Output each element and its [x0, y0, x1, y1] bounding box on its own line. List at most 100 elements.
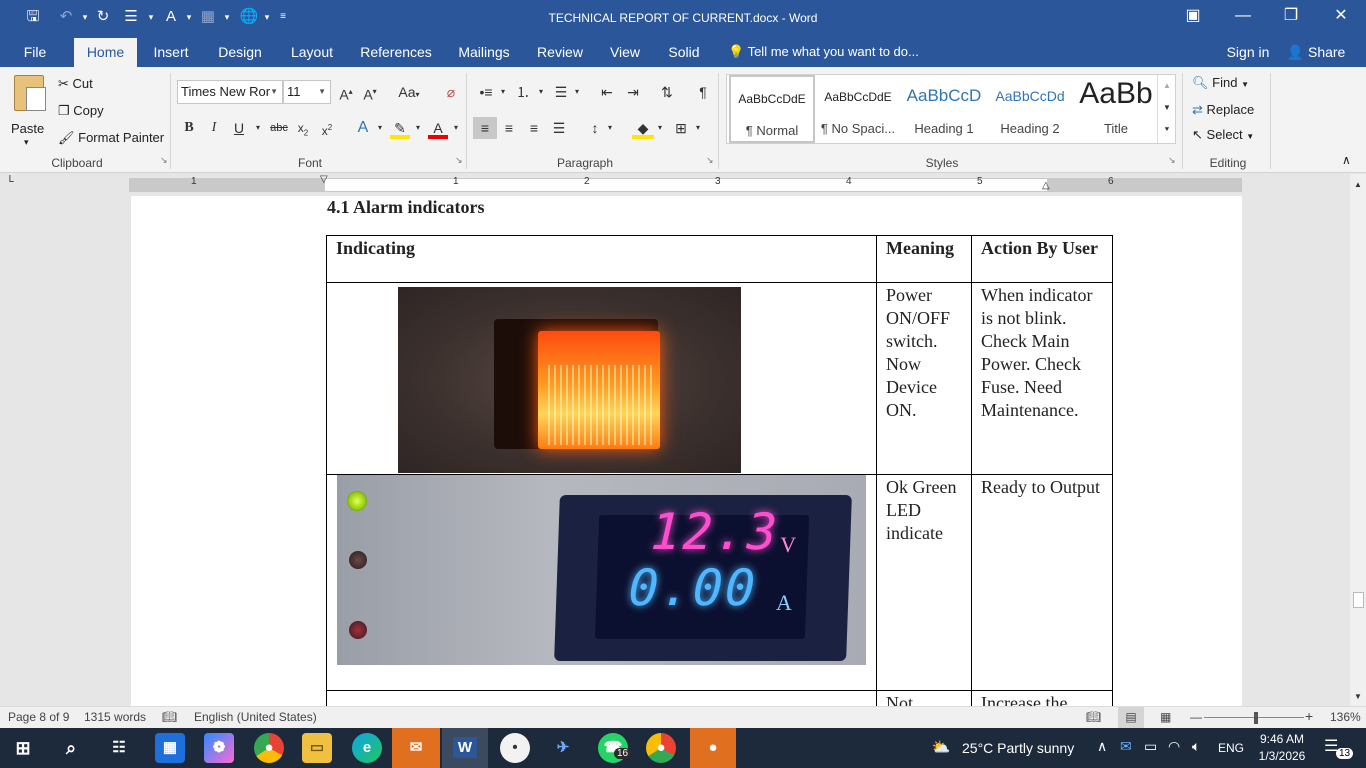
paragraph-launcher-icon[interactable]: ↘: [706, 155, 714, 166]
shrink-font-icon[interactable]: A▾: [360, 81, 380, 103]
print-layout-icon[interactable]: ▤: [1118, 707, 1144, 728]
chrome-icon[interactable]: ●: [254, 733, 284, 763]
collapse-ribbon-icon[interactable]: ∧: [1342, 153, 1351, 167]
vertical-scrollbar[interactable]: ▲ ▼: [1350, 174, 1366, 706]
outlook-icon[interactable]: ✉: [392, 728, 440, 768]
change-case-icon[interactable]: Aa▾: [392, 81, 426, 103]
tray-chevron-icon[interactable]: ∧: [1097, 738, 1107, 755]
style-title[interactable]: AaBb Title: [1073, 75, 1159, 143]
bold-icon[interactable]: B: [180, 117, 198, 139]
style-heading-2[interactable]: AaBbCcDd Heading 2: [987, 75, 1073, 143]
cut-button[interactable]: ✂ Cut: [58, 76, 93, 92]
zoom-out-icon[interactable]: —: [1190, 710, 1202, 724]
align-right-icon[interactable]: ≡: [523, 117, 545, 139]
language-indicator[interactable]: English (United States): [194, 710, 317, 724]
styles-more-icon[interactable]: ⯆: [1160, 119, 1174, 141]
task-view-icon[interactable]: ☷: [104, 733, 134, 763]
wifi-icon[interactable]: ◠: [1168, 738, 1180, 755]
highlight-icon[interactable]: ✎: [390, 117, 410, 139]
bullets-icon[interactable]: •≡: [475, 81, 497, 103]
scroll-up-icon[interactable]: ▲: [1351, 174, 1365, 196]
clear-formatting-icon[interactable]: ⌀: [440, 81, 462, 103]
align-left-icon[interactable]: ≡: [473, 117, 497, 139]
ribbon-display-icon[interactable]: ▣: [1170, 0, 1216, 32]
borders-dropdown-icon[interactable]: ▾: [693, 117, 703, 139]
show-formatting-icon[interactable]: ¶: [692, 81, 714, 103]
web-layout-icon[interactable]: ▦: [1160, 710, 1171, 724]
tell-me-box[interactable]: 💡 Tell me what you want to do...: [728, 38, 928, 67]
bullets-dropdown-icon[interactable]: ▾: [498, 81, 508, 103]
right-indent-marker-icon[interactable]: △: [1042, 180, 1050, 191]
tab-design[interactable]: Design: [210, 38, 270, 67]
shading-dropdown-icon[interactable]: ▾: [655, 117, 665, 139]
weather-text[interactable]: 25°C Partly sunny: [962, 740, 1074, 756]
tab-file[interactable]: File: [14, 38, 56, 67]
indent-marker-icon[interactable]: ▽: [320, 174, 328, 185]
sign-in-link[interactable]: Sign in: [1222, 38, 1274, 67]
tab-references[interactable]: References: [356, 38, 436, 67]
grow-font-icon[interactable]: A▴: [336, 81, 356, 103]
battery-icon[interactable]: ▭: [1144, 738, 1157, 755]
word-taskbar-icon[interactable]: W: [442, 728, 488, 768]
font-color-icon[interactable]: A: [428, 117, 448, 139]
copy-button[interactable]: ❐ Copy: [58, 103, 104, 119]
tab-view[interactable]: View: [603, 38, 647, 67]
clipboard-launcher-icon[interactable]: ↘: [160, 155, 168, 166]
subscript-icon[interactable]: x2: [294, 117, 312, 139]
clock-time[interactable]: 9:46 AM: [1258, 732, 1306, 746]
tab-mailings[interactable]: Mailings: [450, 38, 518, 67]
restore-icon[interactable]: ❐: [1268, 0, 1314, 32]
line-spacing-icon[interactable]: ↕: [584, 117, 606, 139]
horizontal-ruler[interactable]: └ 1 1 2 3 4 5 6 ▽ △: [0, 174, 1366, 196]
increase-indent-icon[interactable]: ⇥: [622, 81, 644, 103]
proofing-icon[interactable]: 📖︎: [162, 710, 177, 724]
styles-down-icon[interactable]: ▼: [1160, 97, 1174, 119]
underline-icon[interactable]: U: [230, 117, 248, 139]
select-button[interactable]: ↖ Select ▼: [1192, 127, 1254, 143]
align-center-icon[interactable]: ≡: [498, 117, 520, 139]
style-no-spacing[interactable]: AaBbCcDdE ¶ No Spaci...: [815, 75, 901, 143]
tab-review[interactable]: Review: [532, 38, 588, 67]
text-effects-dropdown-icon[interactable]: ▾: [374, 117, 386, 139]
styles-launcher-icon[interactable]: ↘: [1168, 155, 1176, 166]
styles-up-icon[interactable]: ▲: [1160, 75, 1174, 97]
share-button[interactable]: 👤 Share: [1284, 38, 1348, 67]
clock-date[interactable]: 1/3/2026: [1258, 749, 1306, 763]
decrease-indent-icon[interactable]: ⇤: [596, 81, 618, 103]
multilevel-dropdown-icon[interactable]: ▾: [572, 81, 582, 103]
tab-solid[interactable]: Solid: [662, 38, 706, 67]
strikethrough-icon[interactable]: abc: [268, 117, 290, 139]
highlight-dropdown-icon[interactable]: ▾: [412, 117, 424, 139]
shading-icon[interactable]: ◆: [632, 117, 654, 139]
chrome-profile-icon[interactable]: ●: [646, 733, 676, 763]
volume-icon[interactable]: 🔈︎: [1192, 738, 1200, 755]
tab-selector-icon[interactable]: └: [6, 176, 14, 188]
italic-icon[interactable]: I: [205, 117, 223, 139]
zoom-level[interactable]: 136%: [1330, 710, 1361, 724]
format-painter-button[interactable]: 🖌 Format Painter: [58, 130, 164, 146]
font-color-dropdown-icon[interactable]: ▾: [450, 117, 462, 139]
font-name-combo[interactable]: Times New Ror ▼: [177, 80, 283, 104]
file-explorer-icon[interactable]: ▭: [302, 733, 332, 763]
text-effects-icon[interactable]: A: [353, 117, 373, 139]
underline-dropdown-icon[interactable]: ▾: [252, 117, 264, 139]
superscript-icon[interactable]: x2: [318, 117, 336, 139]
tab-home[interactable]: Home: [74, 38, 137, 67]
scroll-down-icon[interactable]: ▼: [1351, 686, 1365, 708]
chrome-active-icon[interactable]: ●: [690, 728, 736, 768]
font-size-combo[interactable]: 11 ▼: [283, 80, 331, 104]
tab-insert[interactable]: Insert: [146, 38, 196, 67]
numbering-dropdown-icon[interactable]: ▾: [536, 81, 546, 103]
numbering-icon[interactable]: ⒈: [512, 81, 534, 103]
replace-button[interactable]: ⇄ Replace: [1192, 102, 1254, 118]
outlook-tray-icon[interactable]: ✉: [1120, 738, 1132, 755]
multilevel-list-icon[interactable]: ☰: [550, 81, 572, 103]
read-mode-icon[interactable]: 📖︎: [1086, 710, 1101, 724]
input-language[interactable]: ENG: [1218, 741, 1244, 755]
zoom-slider-thumb[interactable]: [1254, 712, 1258, 724]
zoom-in-icon[interactable]: +: [1305, 708, 1313, 724]
weather-icon[interactable]: ⛅: [926, 733, 956, 763]
scroll-thumb[interactable]: [1353, 592, 1364, 608]
line-spacing-dropdown-icon[interactable]: ▾: [605, 117, 615, 139]
sort-icon[interactable]: ⇅: [656, 81, 678, 103]
